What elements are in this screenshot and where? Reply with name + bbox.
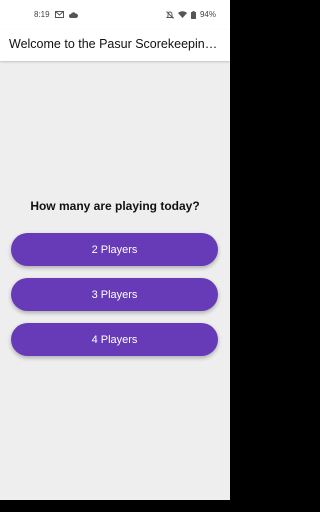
status-bar: 8:19 94% [0,0,230,30]
four-players-button[interactable]: 4 Players [11,323,218,356]
player-count-question: How many are playing today? [30,199,200,213]
status-time: 8:19 [34,10,50,19]
status-left: 8:19 [34,10,78,19]
mute-icon [165,10,174,19]
two-players-button[interactable]: 2 Players [11,233,218,266]
system-nav-bar [0,500,230,512]
gmail-icon [54,11,64,18]
app-title: Welcome to the Pasur Scorekeeping App [9,37,221,51]
battery-percent: 94% [199,10,216,19]
three-players-button[interactable]: 3 Players [11,278,218,311]
status-right: 94% [165,10,216,19]
app-screen: 8:19 94% Welcome to the Pasur Scorekeepi… [0,0,230,500]
battery-icon [190,10,196,19]
cloud-icon [68,11,78,18]
wifi-icon [177,11,187,18]
app-bar: Welcome to the Pasur Scorekeeping App [0,30,230,61]
